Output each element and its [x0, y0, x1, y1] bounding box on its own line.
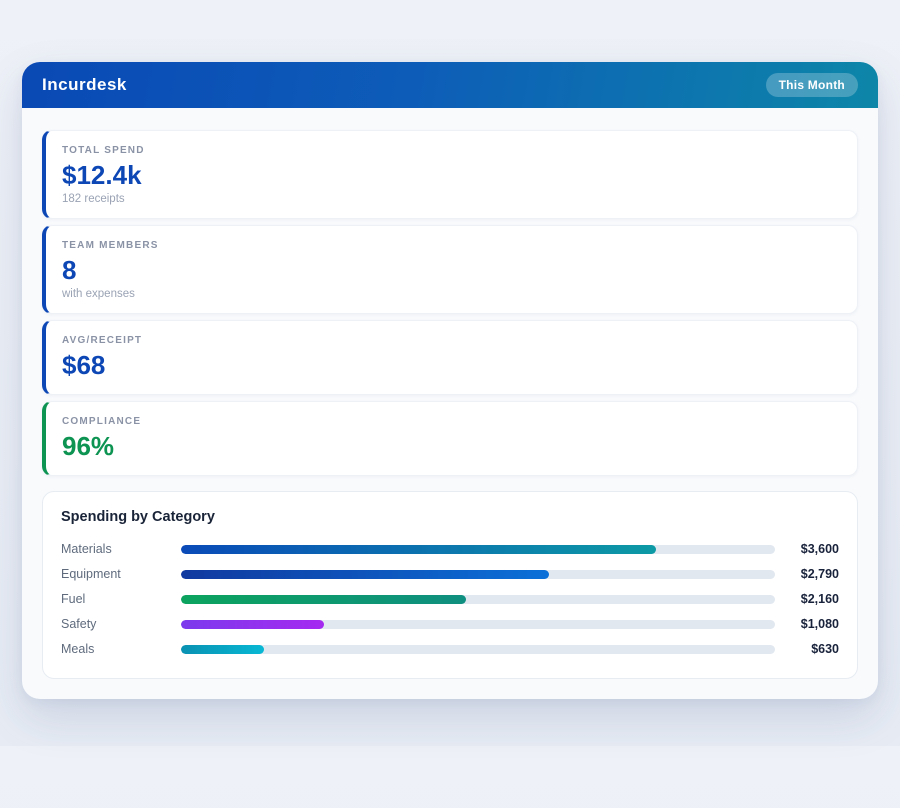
bar-track: [181, 644, 775, 654]
stat-value: 8: [62, 254, 77, 285]
stat-card-team-members: TEAM MEMBERS 8 with expenses: [42, 224, 858, 314]
dashboard-content: TOTAL SPEND $12.4k 182 receipts TEAM MEM…: [22, 108, 878, 699]
category-label: Safety: [61, 617, 97, 632]
category-label: Fuel: [61, 592, 86, 607]
dashboard-panel: Incurdesk This Month TOTAL SPEND $12.4k …: [22, 62, 878, 699]
category-value: $2,160: [800, 592, 839, 607]
category-label: Materials: [61, 542, 112, 557]
bar-fill-meals: [181, 644, 265, 654]
stat-value: 96%: [62, 430, 115, 461]
chart-row-safety: Safety $1,080: [61, 612, 839, 637]
chart-title: Spending by Category: [61, 508, 215, 525]
stat-card-total-spend: TOTAL SPEND $12.4k 182 receipts: [42, 130, 858, 219]
stat-caption: with expenses: [62, 287, 135, 300]
stat-label: COMPLIANCE: [62, 415, 142, 427]
chart-row-fuel: Fuel $2,160: [61, 587, 839, 612]
category-label: Meals: [61, 642, 95, 657]
bar-track: [181, 569, 775, 579]
stat-caption: 182 receipts: [62, 192, 125, 205]
chart-row-equipment: Equipment $2,790: [61, 562, 839, 587]
category-label: Equipment: [61, 567, 121, 582]
stat-card-avg-receipt: AVG/RECEIPT $68: [42, 319, 858, 395]
bar-track: [181, 544, 775, 554]
stat-value: $68: [62, 349, 106, 380]
bar-track: [181, 594, 775, 604]
spending-by-category-card: Spending by Category Materials $3,600 Eq…: [42, 490, 858, 679]
app-title: Incurdesk: [42, 75, 127, 94]
period-badge[interactable]: This Month: [765, 73, 858, 97]
stat-label: TOTAL SPEND: [62, 145, 145, 156]
stat-value: $12.4k: [62, 160, 142, 190]
bar-fill-fuel: [181, 594, 467, 604]
bar-fill-materials: [181, 544, 657, 554]
chart-row-meals: Meals $630: [61, 637, 839, 662]
app-header: Incurdesk This Month: [22, 62, 878, 108]
bar-fill-safety: [181, 619, 324, 629]
chart-row-materials: Materials $3,600: [61, 537, 839, 562]
category-value: $2,790: [800, 567, 839, 582]
bar-track: [181, 619, 775, 629]
category-value: $1,080: [800, 617, 839, 632]
category-value: $630: [811, 642, 839, 657]
bar-fill-equipment: [181, 569, 550, 579]
stat-label: AVG/RECEIPT: [62, 334, 143, 346]
category-value: $3,600: [800, 542, 839, 557]
stat-label: TEAM MEMBERS: [62, 239, 159, 251]
stat-card-compliance: COMPLIANCE 96%: [42, 400, 858, 476]
